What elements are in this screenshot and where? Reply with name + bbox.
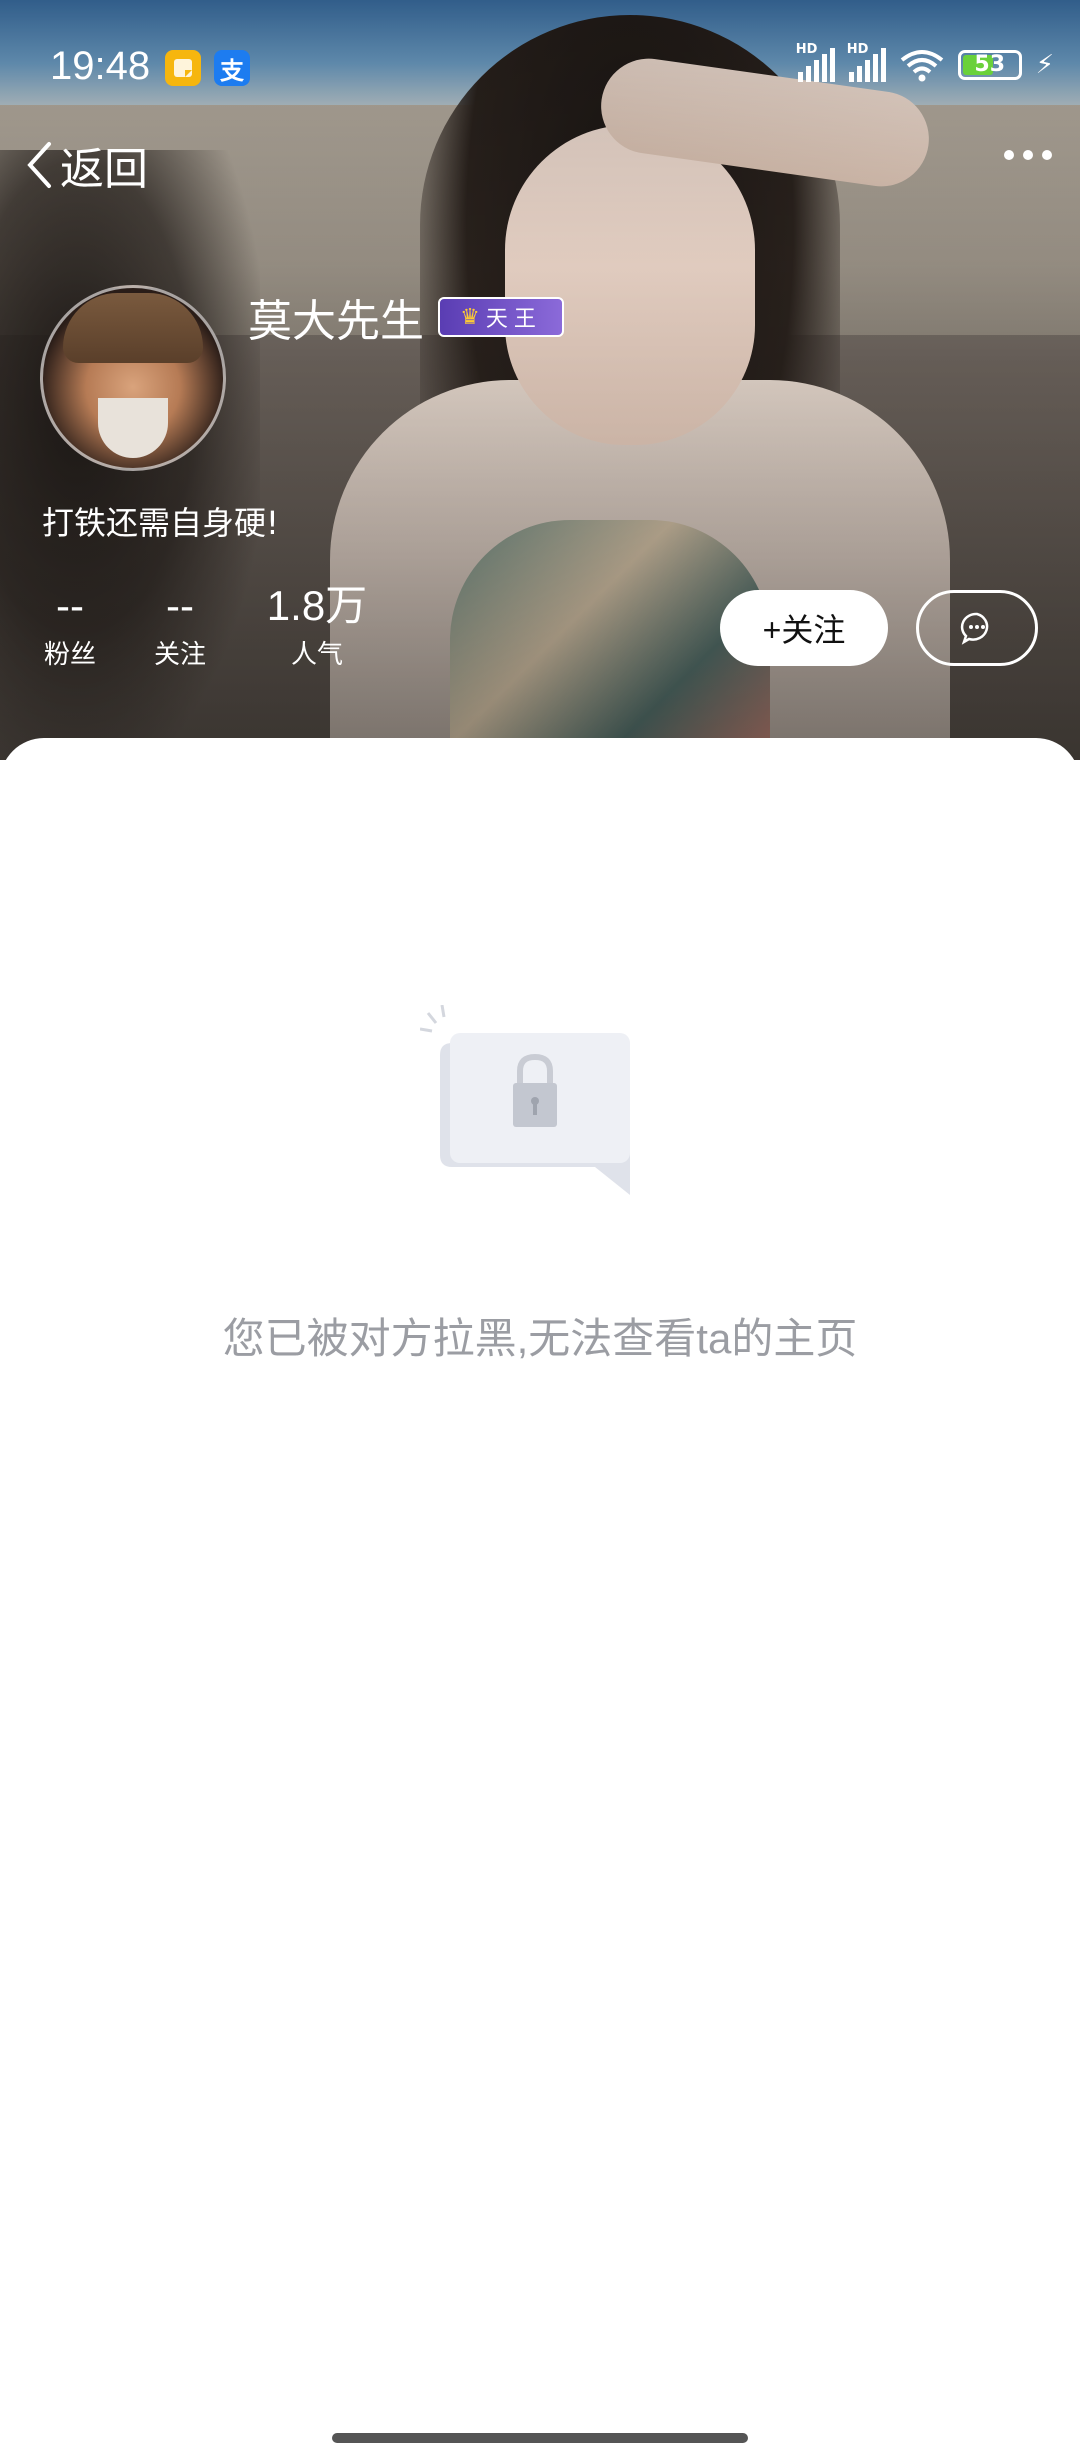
battery-icon: 53 [957, 50, 1022, 80]
message-button[interactable] [916, 590, 1038, 666]
crown-icon: ♛ [460, 304, 480, 330]
chat-bubble-icon [960, 612, 989, 645]
badge-label: 天王 [485, 307, 542, 332]
stat-fans[interactable]: -- 粉丝 [40, 582, 100, 671]
status-bar: 19:48 支 HD HD 53 ⚡ [0, 40, 1080, 100]
stat-popularity-value: 1.8万 [266, 582, 368, 629]
chevron-left-icon [27, 142, 51, 188]
more-dot-icon [1023, 150, 1033, 160]
avatar-hat [63, 293, 203, 363]
status-time: 19:48 [50, 44, 151, 88]
follow-button[interactable]: +关注 [720, 590, 888, 666]
stat-following[interactable]: -- 关注 [150, 582, 210, 671]
home-indicator[interactable] [332, 2433, 748, 2443]
level-badge: ♛ 天王 [438, 297, 564, 337]
more-dot-icon [1004, 150, 1014, 160]
blocked-message: 您已被对方拉黑,无法查看ta的主页 [222, 1315, 858, 1362]
signal-icon-2: HD [847, 42, 886, 82]
locked-profile-icon [420, 1005, 630, 1195]
stat-popularity: 1.8万 人气 [262, 582, 372, 671]
profile-name: 莫大先生 [248, 297, 424, 346]
stat-popularity-label: 人气 [290, 640, 343, 670]
stat-following-value: -- [166, 582, 194, 629]
profile-bio: 打铁还需自身硬! [42, 504, 279, 542]
notes-app-icon [165, 50, 201, 86]
content-sheet [0, 738, 1080, 2460]
more-options-button[interactable] [1004, 150, 1052, 160]
more-dot-icon [1042, 150, 1052, 160]
stat-fans-label: 粉丝 [43, 640, 96, 670]
hd-label-2: HD [846, 42, 869, 57]
avatar[interactable] [40, 285, 226, 471]
charging-icon: ⚡ [1035, 50, 1054, 80]
back-label: 返回 [60, 145, 148, 194]
stat-following-label: 关注 [153, 640, 206, 670]
battery-level: 53 [974, 52, 1006, 77]
hd-label-1: HD [795, 42, 818, 57]
stat-fans-value: -- [56, 582, 84, 629]
wifi-icon [900, 50, 943, 82]
back-button[interactable]: 返回 [24, 135, 148, 195]
alipay-icon: 支 [214, 50, 250, 86]
status-right-icons: HD HD 53 ⚡ [796, 42, 1054, 82]
signal-icon-1: HD [796, 42, 835, 82]
avatar-beard [98, 398, 168, 458]
